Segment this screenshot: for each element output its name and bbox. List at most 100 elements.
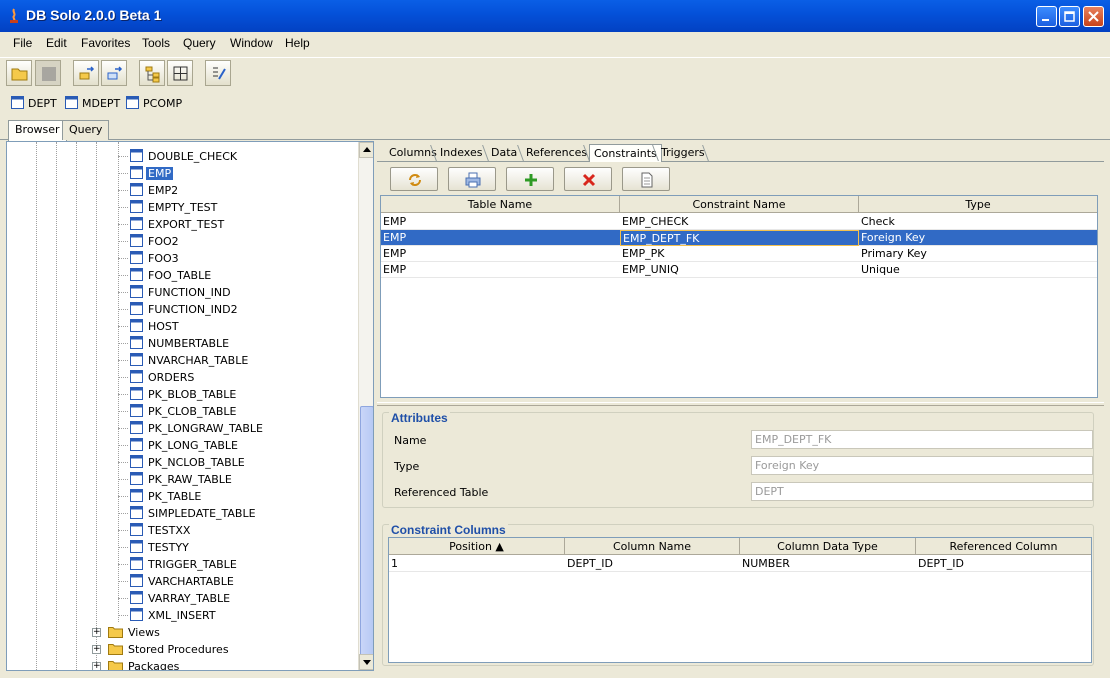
column-header-column-data-type[interactable]: Column Data Type: [740, 538, 916, 555]
tree-connector: [118, 258, 128, 259]
menu-help[interactable]: Help: [285, 36, 310, 50]
scroll-up-button[interactable]: [359, 142, 373, 158]
add-button[interactable]: [506, 167, 554, 191]
menu-favorites[interactable]: Favorites: [81, 36, 130, 50]
refresh-button[interactable]: [390, 167, 438, 191]
tree-item-table[interactable]: TESTXX: [7, 522, 357, 539]
tree-item-table[interactable]: FOO3: [7, 250, 357, 267]
panel-splitter[interactable]: [377, 402, 1104, 406]
tree-item-table[interactable]: EMPTY_TEST: [7, 199, 357, 216]
tab-indexes[interactable]: Indexes: [436, 144, 486, 162]
tree-item-table[interactable]: XML_INSERT: [7, 607, 357, 624]
tree-connector: [118, 598, 128, 599]
open-button[interactable]: [6, 60, 32, 86]
tree-item-label: PK_CLOB_TABLE: [148, 405, 237, 418]
minimize-icon: [1042, 19, 1049, 21]
connect-button[interactable]: [73, 60, 99, 86]
object-browser-tree[interactable]: DOUBLE_CHECK EMP EMP2 EMPTY_TEST EXPORT_TEST…: [6, 141, 374, 671]
tree-item-table[interactable]: TRIGGER_TABLE: [7, 556, 357, 573]
tree-item-table[interactable]: PK_LONG_TABLE: [7, 437, 357, 454]
disconnect-button[interactable]: [101, 60, 127, 86]
tree-item-table[interactable]: ORDERS: [7, 369, 357, 386]
table-row[interactable]: EMP EMP_PK Primary Key: [381, 246, 1097, 262]
document-button[interactable]: [622, 167, 670, 191]
tree-scrollbar[interactable]: [358, 142, 373, 670]
tree-item-table[interactable]: PK_LONGRAW_TABLE: [7, 420, 357, 437]
menu-window[interactable]: Window: [230, 36, 273, 50]
tab-query[interactable]: Query: [62, 120, 110, 140]
scroll-thumb[interactable]: [360, 406, 373, 656]
query-edit-button[interactable]: [205, 60, 231, 86]
tree-button[interactable]: [139, 60, 165, 86]
tree-item-table[interactable]: EMP2: [7, 182, 357, 199]
tab-data[interactable]: Data: [487, 144, 521, 162]
tree-folder-packages[interactable]: + Packages: [7, 658, 357, 670]
table-icon: [130, 370, 143, 383]
expand-icon[interactable]: +: [92, 645, 101, 654]
tree-item-table[interactable]: PK_RAW_TABLE: [7, 471, 357, 488]
tree-item-table[interactable]: EXPORT_TEST: [7, 216, 357, 233]
close-button[interactable]: [1083, 6, 1104, 27]
print-button[interactable]: [448, 167, 496, 191]
tree-item-table[interactable]: PK_BLOB_TABLE: [7, 386, 357, 403]
column-header-type[interactable]: Type: [859, 196, 1097, 213]
tree-item-label: PK_BLOB_TABLE: [148, 388, 237, 401]
expand-icon[interactable]: +: [92, 628, 101, 637]
stop-button[interactable]: [35, 60, 61, 86]
menu-query[interactable]: Query: [183, 36, 216, 50]
tree-item-table[interactable]: PK_TABLE: [7, 488, 357, 505]
column-header-referenced-column[interactable]: Referenced Column: [916, 538, 1091, 555]
tree-item-table[interactable]: SIMPLEDATE_TABLE: [7, 505, 357, 522]
attr-name-field[interactable]: EMP_DEPT_FK: [751, 430, 1093, 449]
table-row[interactable]: EMP EMP_UNIQ Unique: [381, 262, 1097, 278]
column-header-position[interactable]: Position ▲: [389, 538, 565, 555]
attr-referenced-table-field[interactable]: DEPT: [751, 482, 1093, 501]
tree-item-table[interactable]: PK_NCLOB_TABLE: [7, 454, 357, 471]
column-header-constraint-name[interactable]: Constraint Name: [620, 196, 859, 213]
tab-constraints[interactable]: Constraints: [589, 144, 662, 162]
column-header-column-name[interactable]: Column Name: [565, 538, 740, 555]
tree-connector: [118, 479, 128, 480]
tree-item-table[interactable]: PK_CLOB_TABLE: [7, 403, 357, 420]
tree-item-table[interactable]: EMP: [7, 165, 357, 182]
tree-item-table[interactable]: NVARCHAR_TABLE: [7, 352, 357, 369]
tree-item-table[interactable]: VARRAY_TABLE: [7, 590, 357, 607]
table-icon: [130, 591, 143, 604]
tree-connector: [118, 326, 128, 327]
constraints-table[interactable]: Table Name Constraint Name Type EMP EMP_…: [380, 195, 1098, 398]
minimize-button[interactable]: [1036, 6, 1057, 27]
expand-icon[interactable]: +: [92, 662, 101, 670]
tab-browser[interactable]: Browser: [8, 120, 67, 141]
table-icon: [130, 421, 143, 434]
tree-folder-views[interactable]: + Views: [7, 624, 357, 641]
tree-item-table[interactable]: HOST: [7, 318, 357, 335]
grid-button[interactable]: [167, 60, 193, 86]
delete-icon: [582, 173, 596, 187]
table-row-selected[interactable]: EMP EMP_DEPT_FK Foreign Key: [381, 230, 1097, 246]
menu-file[interactable]: File: [13, 36, 32, 50]
menu-tools[interactable]: Tools: [142, 36, 170, 50]
table-icon: [130, 455, 143, 468]
column-header-table-name[interactable]: Table Name: [381, 196, 620, 213]
tab-triggers[interactable]: Triggers: [657, 144, 709, 162]
tree-item-table[interactable]: DOUBLE_CHECK: [7, 148, 357, 165]
tree-item-table[interactable]: FOO_TABLE: [7, 267, 357, 284]
tree-item-table[interactable]: NUMBERTABLE: [7, 335, 357, 352]
maximize-button[interactable]: [1059, 6, 1080, 27]
attr-type-field[interactable]: Foreign Key: [751, 456, 1093, 475]
constraint-columns-table[interactable]: Position ▲ Column Name Column Data Type …: [388, 537, 1092, 663]
table-row[interactable]: 1 DEPT_ID NUMBER DEPT_ID: [389, 556, 1091, 572]
constraints-table-header: Table Name Constraint Name Type: [381, 196, 1097, 213]
table-row[interactable]: EMP EMP_CHECK Check: [381, 214, 1097, 230]
tree-item-table[interactable]: VARCHARTABLE: [7, 573, 357, 590]
scroll-down-button[interactable]: [359, 654, 373, 670]
tree-folder-stored-procedures[interactable]: + Stored Procedures: [7, 641, 357, 658]
tab-references[interactable]: References: [522, 144, 591, 162]
tree-item-table[interactable]: TESTYY: [7, 539, 357, 556]
tree-item-table[interactable]: FUNCTION_IND2: [7, 301, 357, 318]
menu-edit[interactable]: Edit: [46, 36, 67, 50]
cell-constraint-name: EMP_DEPT_FK: [620, 230, 859, 246]
tree-item-table[interactable]: FOO2: [7, 233, 357, 250]
delete-button[interactable]: [564, 167, 612, 191]
tree-item-table[interactable]: FUNCTION_IND: [7, 284, 357, 301]
